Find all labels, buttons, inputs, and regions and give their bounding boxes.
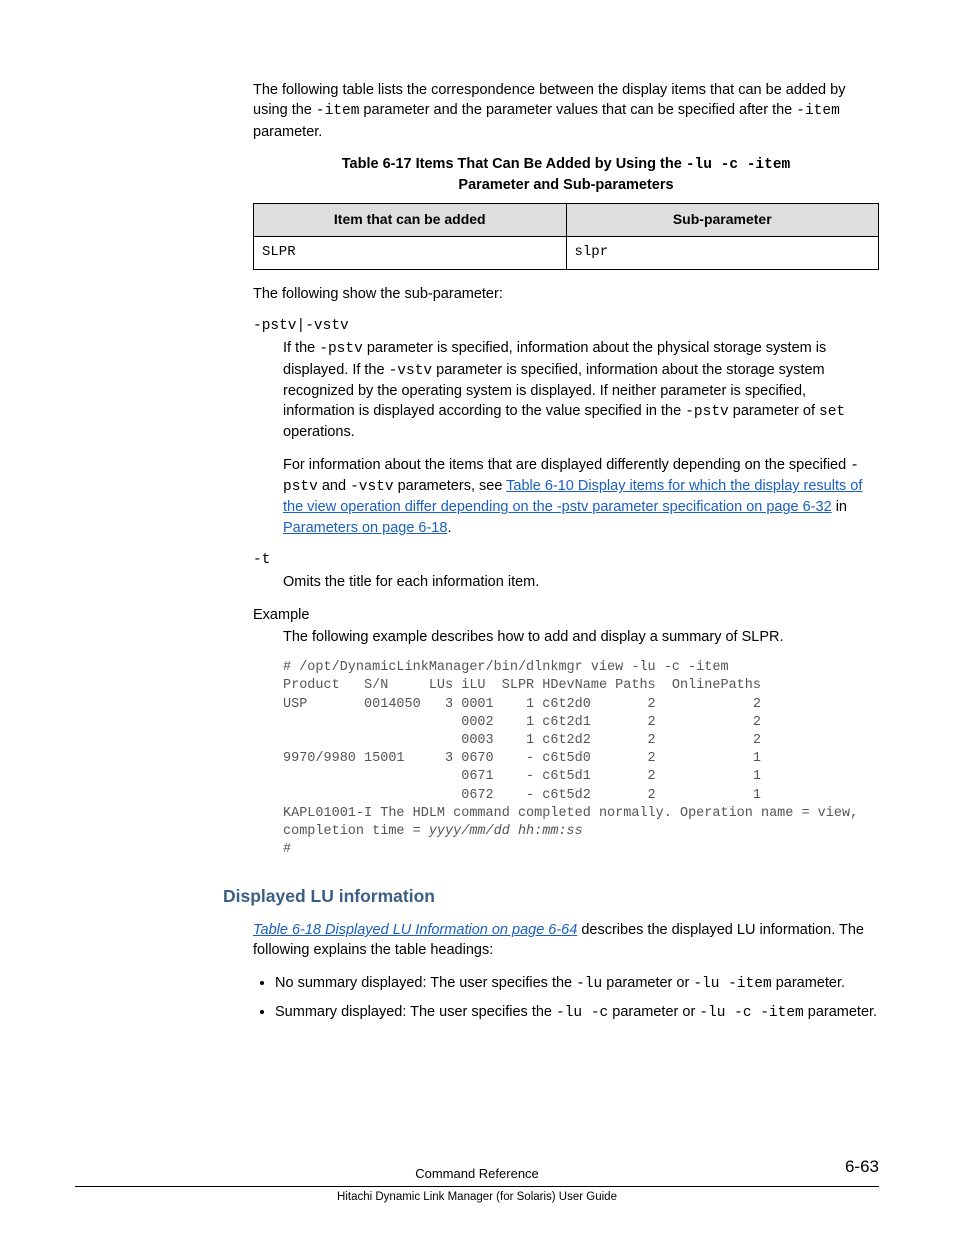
table-cell-item: SLPR	[254, 237, 567, 270]
caption-text-a: Table 6-17 Items That Can Be Added by Us…	[342, 156, 686, 172]
intro-text-c: parameter.	[253, 124, 322, 140]
pstv-c4: set	[819, 404, 845, 420]
b1b: parameter or	[602, 975, 693, 991]
caption-text-b: Parameter and Sub-parameters	[458, 177, 673, 193]
table-6-17-caption: Table 6-17 Items That Can Be Added by Us…	[253, 154, 879, 196]
b2a: Summary displayed: The user specifies th…	[275, 1004, 556, 1020]
pstv-p2b: and	[318, 478, 350, 494]
table-header-sub: Sub-parameter	[566, 204, 879, 237]
intro-text-b: parameter and the parameter values that …	[359, 102, 796, 118]
list-item: Summary displayed: The user specifies th…	[275, 1002, 879, 1023]
page-number: 6-63	[845, 1155, 879, 1179]
example-label: Example	[253, 605, 879, 625]
b1a: No summary displayed: The user specifies…	[275, 975, 576, 991]
link-parameters-6-18[interactable]: Parameters on page 6-18	[283, 520, 447, 536]
caption-code: -lu -c -item	[686, 157, 790, 173]
pstv-p2e: .	[447, 520, 451, 536]
b2c: parameter.	[804, 1004, 877, 1020]
pstv-p2c: parameters, see	[394, 478, 507, 494]
t-option-desc: Omits the title for each information ite…	[283, 572, 879, 592]
pstv-c3: -pstv	[685, 404, 729, 420]
b1c2: -lu -item	[693, 976, 771, 992]
intro-code-1: -item	[316, 103, 360, 119]
pstv-desc-1: If the -pstv parameter is specified, inf…	[283, 338, 879, 442]
t-option-label: -t	[253, 550, 879, 570]
b1c: parameter.	[772, 975, 845, 991]
example-desc: The following example describes how to a…	[283, 627, 879, 647]
pstv-vstv-label: -pstv|-vstv	[253, 316, 879, 336]
link-table-6-18[interactable]: Table 6-18 Displayed LU Information on p…	[253, 922, 577, 938]
page-footer: 6-63 Command Reference Hitachi Dynamic L…	[75, 1165, 879, 1205]
example-pre-a: # /opt/DynamicLinkManager/bin/dlnkmgr vi…	[283, 660, 858, 839]
example-output: # /opt/DynamicLinkManager/bin/dlnkmgr vi…	[283, 659, 879, 859]
b2c2: -lu -c -item	[699, 1005, 803, 1021]
b2c1: -lu -c	[556, 1005, 608, 1021]
intro-code-2: -item	[796, 103, 840, 119]
intro-paragraph: The following table lists the correspond…	[253, 80, 879, 142]
pstv-c1: -pstv	[319, 341, 363, 357]
footer-line-1: Command Reference	[75, 1165, 879, 1187]
list-item: No summary displayed: The user specifies…	[275, 973, 879, 994]
table-header-item: Item that can be added	[254, 204, 567, 237]
example-pre-italic: yyyy/mm/dd hh:mm:ss	[429, 824, 583, 839]
subparam-intro: The following show the sub-parameter:	[253, 284, 879, 304]
pstv-c2: -vstv	[389, 363, 433, 379]
pstv-p2c2: -vstv	[350, 479, 394, 495]
table-cell-sub: slpr	[566, 237, 879, 270]
footer-line-2: Hitachi Dynamic Link Manager (for Solari…	[75, 1187, 879, 1205]
pstv-p2a: For information about the items that are…	[283, 457, 850, 473]
pstv-p1d: parameter of	[729, 403, 819, 419]
b2b: parameter or	[608, 1004, 699, 1020]
pstv-p1a: If the	[283, 340, 319, 356]
displayed-lu-bullets: No summary displayed: The user specifies…	[253, 973, 879, 1024]
table-6-17: Item that can be added Sub-parameter SLP…	[253, 203, 879, 269]
example-pre-b: #	[283, 842, 291, 857]
pstv-desc-2: For information about the items that are…	[283, 455, 879, 538]
pstv-p2d: in	[832, 499, 847, 515]
table-row: SLPR slpr	[254, 237, 879, 270]
pstv-p1e: operations.	[283, 424, 355, 440]
displayed-lu-intro: Table 6-18 Displayed LU Information on p…	[253, 920, 879, 961]
displayed-lu-heading: Displayed LU information	[223, 884, 879, 909]
b1c1: -lu	[576, 976, 602, 992]
